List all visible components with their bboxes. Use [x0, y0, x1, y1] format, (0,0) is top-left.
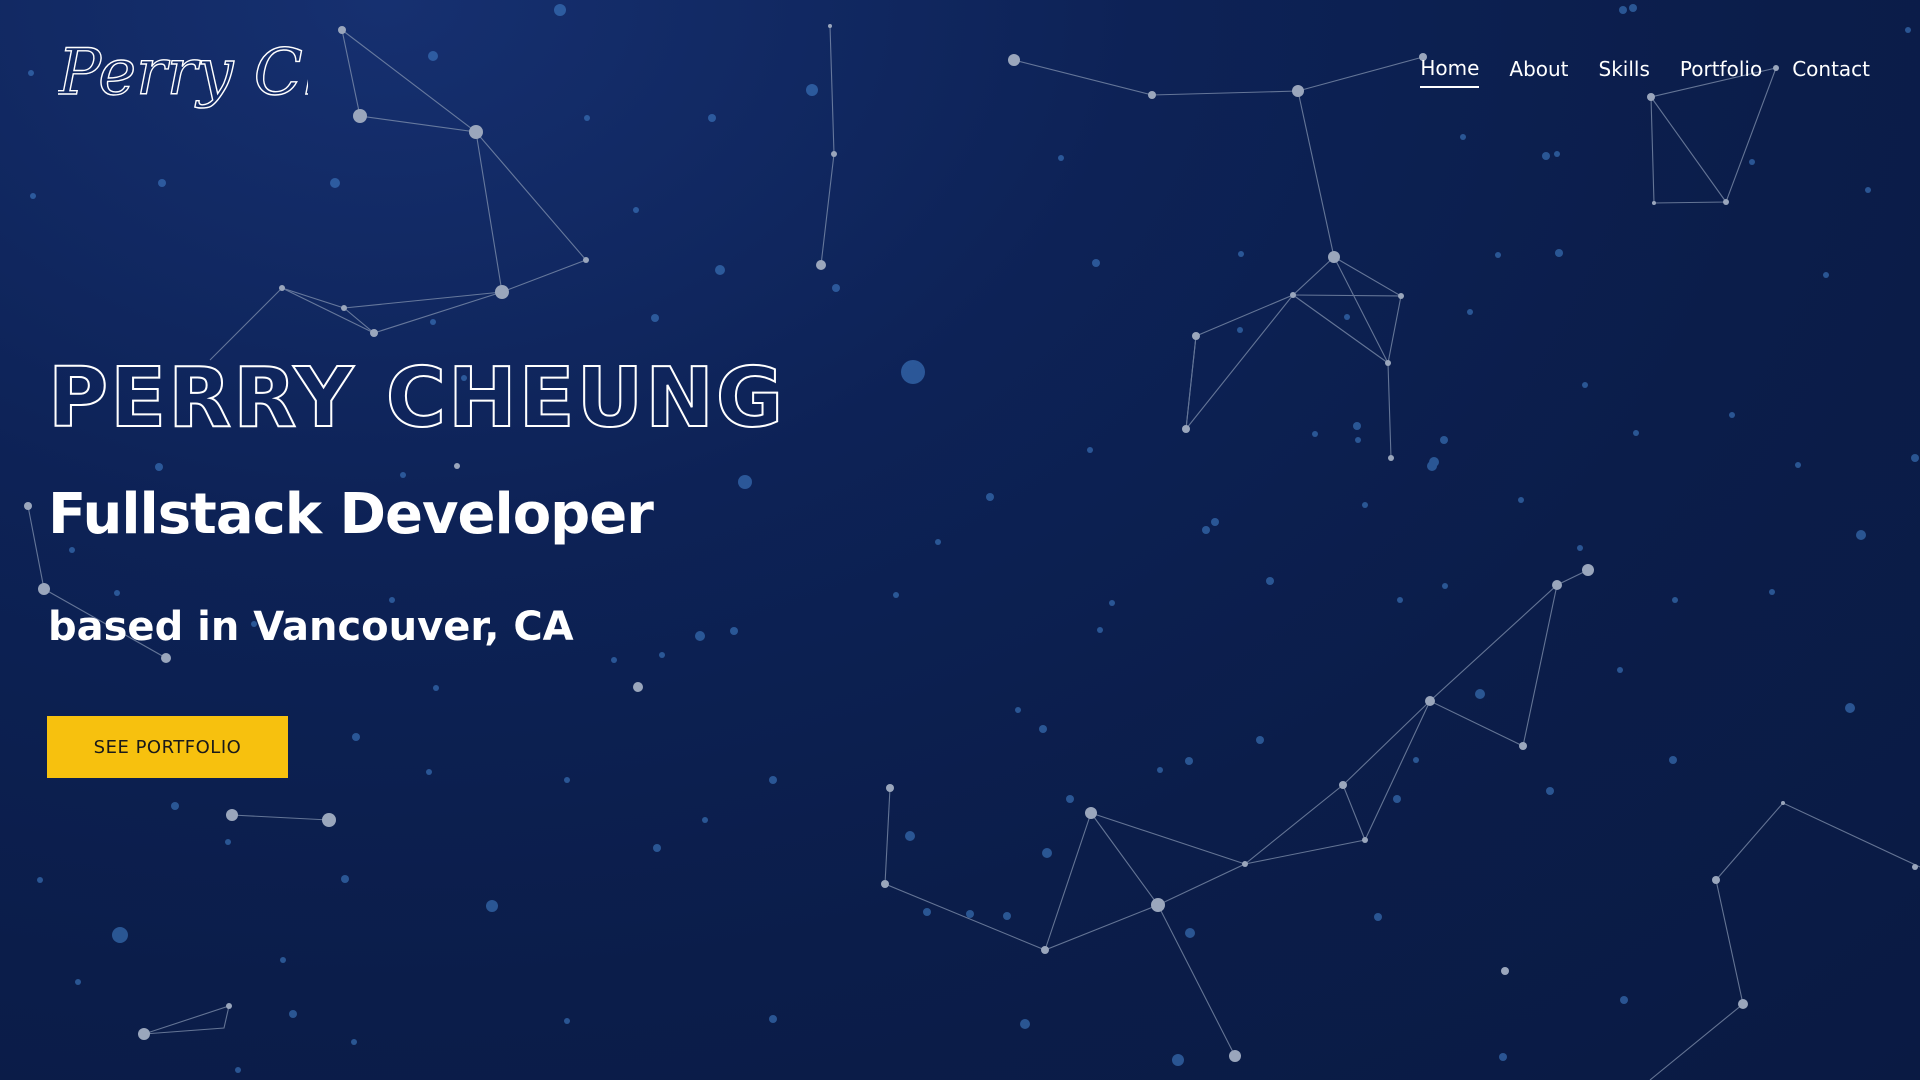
- see-portfolio-button[interactable]: SEE PORTFOLIO: [47, 716, 288, 778]
- nav-home-link[interactable]: Home: [1420, 56, 1480, 88]
- nav-skills-link[interactable]: Skills: [1599, 57, 1650, 87]
- hero-title: Fullstack Developer: [48, 482, 654, 547]
- main-navigation: Home About Skills Portfolio Contact: [1420, 56, 1870, 88]
- hero-name-outline: PERRY CHEUNG: [48, 350, 785, 446]
- nav-about-link[interactable]: About: [1509, 57, 1568, 87]
- hero-name-text: PERRY CHEUNG: [48, 351, 785, 446]
- logo-text: Perry Cheung: [58, 36, 308, 110]
- constellation-lines: [27, 25, 1920, 1080]
- nav-portfolio-link[interactable]: Portfolio: [1680, 57, 1762, 87]
- hero-subtitle: based in Vancouver, CA: [48, 604, 574, 650]
- logo-signature[interactable]: Perry Cheung: [58, 18, 308, 128]
- nav-contact-link[interactable]: Contact: [1792, 57, 1870, 87]
